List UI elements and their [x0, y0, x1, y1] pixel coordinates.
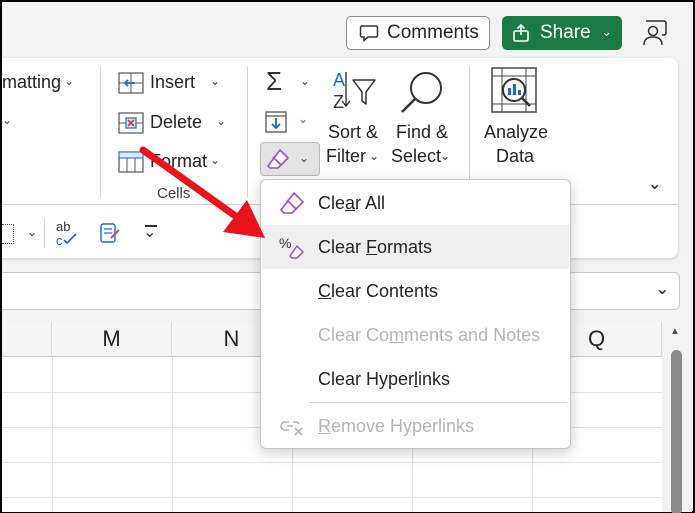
expand-formula-bar-icon[interactable]: ⌄ — [656, 279, 669, 299]
column-header-m[interactable]: M — [52, 322, 172, 357]
analyze-data-icon — [491, 67, 537, 113]
chevron-down-icon[interactable]: ⌄ — [27, 225, 37, 239]
chevron-down-icon[interactable]: ⌄ — [601, 24, 612, 40]
chevron-down-icon[interactable]: ⌄ — [2, 113, 12, 127]
delete-label: Delete — [150, 112, 203, 132]
menu-divider — [309, 402, 567, 403]
grid-line — [2, 497, 662, 498]
toolbar-divider — [44, 218, 46, 248]
share-button[interactable]: Share ⌄ — [502, 16, 622, 50]
analyze-label-2: Data — [496, 146, 535, 166]
clear-hyperlinks-menu-item[interactable]: Clear Hyperlinks — [262, 357, 569, 401]
sort-filter-button[interactable]: A Z Sort & Filter ⌄ — [324, 68, 386, 178]
eraser-icon — [280, 192, 304, 214]
chevron-down-icon[interactable]: ⌄ — [298, 112, 308, 126]
conditional-formatting-label[interactable]: matting — [2, 72, 61, 93]
delete-cells-icon — [118, 112, 144, 134]
clear-contents-label: Clear Contents — [318, 280, 439, 301]
chevron-down-icon[interactable]: ⌄ — [369, 149, 379, 163]
chevron-down-icon[interactable]: ⌄ — [300, 74, 310, 88]
comments-button[interactable]: Comments — [346, 16, 490, 50]
grid-line — [52, 357, 53, 512]
annotation-arrow — [139, 146, 265, 238]
accessibility-icon[interactable] — [99, 222, 121, 246]
chevron-down-icon[interactable]: ⌄ — [440, 149, 450, 163]
remove-link-icon — [280, 421, 303, 436]
svg-text:A: A — [333, 70, 345, 90]
analyze-data-button[interactable]: Analyze Data — [482, 66, 552, 178]
insert-label: Insert — [150, 72, 196, 92]
clear-formats-label: Clear Formats — [318, 236, 433, 257]
comments-label: Comments — [387, 22, 479, 43]
svg-text:c: c — [56, 233, 63, 248]
find-select-label: Find & — [396, 122, 449, 142]
clear-contents-menu-item[interactable]: Clear Contents — [262, 269, 569, 313]
autosum-button[interactable]: Σ ⌄ — [262, 66, 318, 98]
remove-hyperlinks-label: Remove Hyperlinks — [318, 415, 475, 436]
clear-hyperlinks-label: Clear Hyperlinks — [318, 368, 451, 389]
find-select-label-2: Select — [391, 146, 442, 166]
analyze-label: Analyze — [484, 122, 549, 142]
coauthor-icon[interactable] — [640, 17, 672, 49]
clear-comments-notes-menu-item[interactable]: Clear Comments and Notes — [262, 313, 569, 357]
insert-button[interactable]: Insert ⌄ — [118, 70, 238, 96]
find-select-button[interactable]: Find & Select ⌄ — [390, 68, 458, 178]
borders-icon[interactable] — [2, 224, 14, 244]
clear-all-menu-item[interactable]: Clear All — [262, 181, 569, 225]
chevron-down-icon[interactable]: ⌄ — [210, 74, 220, 88]
sigma-icon: Σ — [266, 66, 283, 96]
chevron-down-icon[interactable]: ⌄ — [299, 151, 309, 165]
chevron-down-icon[interactable]: ⌄ — [64, 74, 74, 88]
clear-formats-menu-item[interactable]: % Clear Formats — [262, 225, 569, 269]
sort-filter-icon: A Z — [333, 70, 376, 112]
share-icon — [513, 23, 529, 42]
magnifier-icon — [401, 72, 442, 113]
fill-button[interactable]: ⌄ — [262, 108, 318, 138]
ribbon-expand-chevron-icon[interactable]: ⌄ — [648, 174, 661, 194]
delete-button[interactable]: Delete ⌄ — [118, 110, 238, 136]
comment-icon — [359, 25, 379, 42]
chevron-down-icon[interactable]: ⌄ — [216, 114, 226, 128]
scroll-up-arrow-icon[interactable]: ▲ — [670, 326, 680, 337]
column-header[interactable] — [2, 322, 52, 357]
vertical-scrollbar[interactable]: ▲ — [662, 322, 692, 513]
insert-cells-icon — [118, 72, 144, 94]
clear-menu: Clear All % Clear Formats Clear Contents… — [260, 179, 571, 449]
group-divider — [100, 66, 101, 198]
share-label: Share — [540, 22, 591, 43]
sort-filter-label-2: Filter — [326, 146, 366, 166]
svg-text:ab: ab — [56, 219, 70, 234]
grid-line — [172, 357, 173, 512]
clear-all-label: Clear All — [318, 192, 386, 213]
grid-line — [2, 462, 662, 463]
clear-formats-icon: % — [279, 235, 304, 259]
fill-down-icon — [265, 111, 287, 133]
svg-text:%: % — [279, 235, 291, 251]
scrollbar-thumb[interactable] — [671, 350, 682, 513]
remove-hyperlinks-menu-item[interactable]: Remove Hyperlinks — [262, 404, 569, 448]
clear-comments-notes-label: Clear Comments and Notes — [318, 324, 541, 345]
sort-filter-label: Sort & — [328, 122, 379, 142]
spelling-icon[interactable]: ab c — [56, 218, 80, 248]
